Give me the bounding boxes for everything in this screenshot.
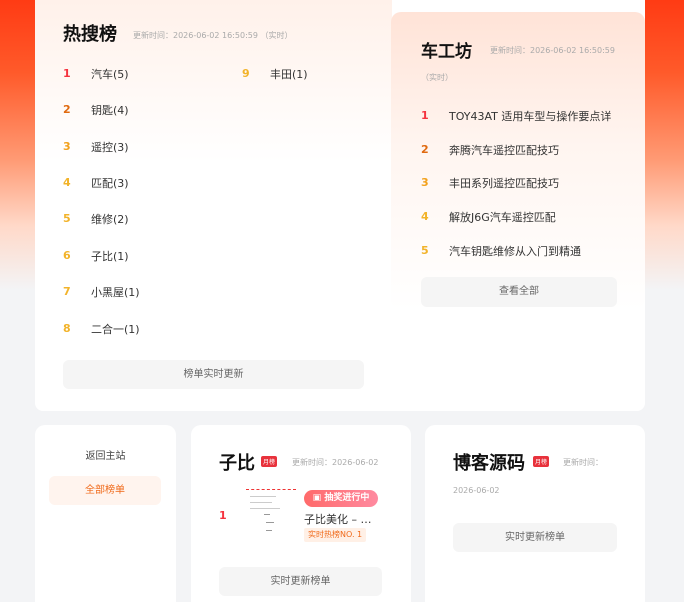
hot-search-item[interactable]: 维修(2) <box>91 211 129 227</box>
monthly-badge: 月榜 <box>533 456 550 467</box>
hot-search-item[interactable]: 小黑屋(1) <box>91 284 140 300</box>
realtime-update-button[interactable]: 榜单实时更新 <box>63 360 364 389</box>
car-workshop-realtime-label: （实时） <box>421 73 453 82</box>
rank-number: 5 <box>421 244 429 257</box>
rank-number: 9 <box>242 67 250 80</box>
article-link[interactable]: 丰田系列遥控匹配技巧 <box>449 175 559 191</box>
hot-search-item[interactable]: 二合一(1) <box>91 321 140 337</box>
rank-number: 3 <box>63 140 71 153</box>
rank-number: 7 <box>63 285 71 298</box>
zibi-title: 子比 <box>219 453 255 474</box>
article-link[interactable]: TOY43AT 适用车型与操作要点详 <box>449 108 611 124</box>
hot-search-item[interactable]: 遥控(3) <box>91 139 129 155</box>
rank-number: 1 <box>219 509 227 522</box>
gift-icon: ▣ <box>312 493 322 503</box>
rank-number: 1 <box>63 67 71 80</box>
article-link[interactable]: 汽车钥匙维修从入门到精通 <box>449 243 581 259</box>
zibi-update-time: 更新时间：2026-06-02 <box>292 458 379 467</box>
blog-source-update-label: 更新时间： <box>563 458 603 467</box>
rank-number: 2 <box>63 103 71 116</box>
article-link[interactable]: 奔腾汽车遥控匹配技巧 <box>449 142 559 158</box>
rank-number: 5 <box>63 212 71 225</box>
rank-number: 3 <box>421 176 429 189</box>
lottery-status-text: 抽奖进行中 <box>324 493 370 503</box>
back-to-main-link[interactable]: 返回主站 <box>35 447 176 462</box>
car-workshop-update-time: 更新时间：2026-06-02 16:50:59 <box>490 46 615 55</box>
lottery-status-pill: ▣ 抽奖进行中 <box>304 490 378 507</box>
hot-search-item[interactable]: 丰田(1) <box>270 66 308 82</box>
hot-rank-tag: 实时热榜NO. 1 <box>304 528 367 542</box>
all-lists-button[interactable]: 全部榜单 <box>49 476 161 505</box>
rank-number: 2 <box>421 143 429 156</box>
monthly-badge: 月榜 <box>261 456 278 467</box>
hot-search-item[interactable]: 匹配(3) <box>91 175 129 191</box>
hot-search-update-time: 更新时间：2026-06-02 16:50:59 （实时） <box>133 31 293 40</box>
view-all-button[interactable]: 查看全部 <box>421 277 617 307</box>
zibi-refresh-button[interactable]: 实时更新榜单 <box>219 567 382 596</box>
blog-source-refresh-button[interactable]: 实时更新榜单 <box>453 523 617 552</box>
car-workshop-title: 车工坊 <box>421 42 472 62</box>
article-link[interactable]: 解放J6G汽车遥控匹配 <box>449 209 556 225</box>
hot-search-item[interactable]: 子比(1) <box>91 248 129 264</box>
post-thumbnail[interactable] <box>246 489 296 539</box>
rank-number: 6 <box>63 249 71 262</box>
blog-source-title: 博客源码 <box>453 453 525 474</box>
hot-search-item[interactable]: 钥匙(4) <box>91 102 129 118</box>
hot-search-title: 热搜榜 <box>63 24 117 45</box>
rank-number: 1 <box>421 109 429 122</box>
rank-number: 8 <box>63 322 71 335</box>
zibi-post-title[interactable]: 子比美化 – … <box>304 511 372 527</box>
hot-search-item[interactable]: 汽车(5) <box>91 66 129 82</box>
hot-search-card <box>35 0 392 360</box>
rank-number: 4 <box>63 176 71 189</box>
rank-number: 4 <box>421 210 429 223</box>
blog-source-update-date: 2026-06-02 <box>453 486 500 495</box>
